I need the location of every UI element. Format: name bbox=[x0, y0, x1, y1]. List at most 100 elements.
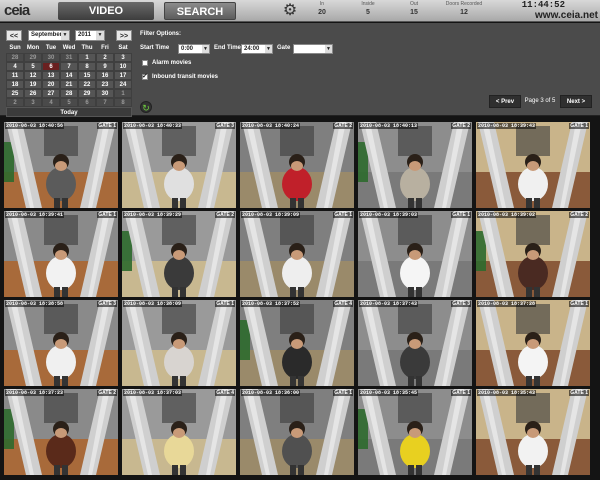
calendar-day[interactable]: 30 bbox=[42, 53, 60, 62]
calendar-day[interactable]: 19 bbox=[24, 80, 42, 89]
calendar-day[interactable]: 18 bbox=[6, 80, 24, 89]
prev-page-button[interactable]: < Prev bbox=[489, 95, 521, 108]
calendar-day[interactable]: 28 bbox=[6, 53, 24, 62]
calendar-day[interactable]: 6 bbox=[78, 98, 96, 107]
counter-doors-label: Doors Recorded bbox=[445, 1, 483, 7]
video-thumbnail[interactable]: 2010-08-03 18:37:28 GATE 1 bbox=[476, 300, 590, 386]
calendar-day[interactable]: 14 bbox=[60, 71, 78, 80]
thumbnail-timestamp: 2010-08-03 18:37:43 bbox=[359, 301, 419, 307]
video-thumbnail[interactable]: 2010-08-03 18:37:03 GATE 4 bbox=[122, 389, 236, 475]
video-thumbnail[interactable]: 2010-08-03 18:40:56 GATE 1 bbox=[4, 122, 118, 208]
end-time-select[interactable]: 24:00 ▼ bbox=[241, 44, 273, 54]
gear-icon[interactable]: ⚙ bbox=[280, 2, 300, 20]
video-tab-button[interactable]: VIDEO bbox=[58, 2, 154, 20]
video-thumbnail[interactable]: 2010-08-03 18:39:29 GATE 2 bbox=[122, 211, 236, 297]
website-link[interactable]: www.ceia.net bbox=[498, 10, 598, 22]
calendar-day[interactable]: 5 bbox=[60, 98, 78, 107]
video-thumbnail[interactable]: 2010-08-03 18:38:09 GATE 1 bbox=[122, 300, 236, 386]
calendar-day[interactable]: 4 bbox=[6, 62, 24, 71]
calendar-day[interactable]: 20 bbox=[42, 80, 60, 89]
camera-frame bbox=[122, 122, 236, 208]
thumbnail-gate-label: GATE 1 bbox=[569, 390, 589, 396]
video-thumbnail[interactable]: 2010-08-03 18:37:43 GATE 3 bbox=[358, 300, 472, 386]
video-thumbnail[interactable]: 2010-08-03 18:39:02 GATE 2 bbox=[476, 211, 590, 297]
calendar-day[interactable]: 29 bbox=[24, 53, 42, 62]
video-thumbnail[interactable]: 2010-08-03 18:35:45 GATE 1 bbox=[358, 389, 472, 475]
calendar-day[interactable]: 8 bbox=[114, 98, 132, 107]
calendar-day[interactable]: 16 bbox=[96, 71, 114, 80]
video-thumbnail[interactable]: 2010-08-03 18:35:43 GATE 1 bbox=[476, 389, 590, 475]
video-thumbnail[interactable]: 2010-08-03 18:38:58 GATE 3 bbox=[4, 300, 118, 386]
video-thumbnail[interactable]: 2010-08-03 18:37:23 GATE 2 bbox=[4, 389, 118, 475]
calendar-day[interactable]: 29 bbox=[78, 89, 96, 98]
calendar-week: 28 29 30 31 1 2 3 bbox=[6, 53, 132, 62]
calendar-day[interactable]: 5 bbox=[24, 62, 42, 71]
calendar-day[interactable]: 2 bbox=[6, 98, 24, 107]
year-select[interactable]: 2011 ▼ bbox=[75, 30, 105, 41]
gate-select[interactable]: ▼ bbox=[293, 44, 333, 54]
search-tab-button[interactable]: SEARCH bbox=[164, 2, 236, 20]
calendar-day[interactable]: 1 bbox=[114, 89, 132, 98]
video-thumbnail[interactable]: 2010-08-03 18:40:13 GATE 2 bbox=[358, 122, 472, 208]
camera-frame bbox=[358, 211, 472, 297]
filter-title: Filter Options: bbox=[140, 31, 181, 37]
thumbnail-timestamp: 2010-08-03 18:37:03 bbox=[123, 390, 183, 396]
calendar-day[interactable]: 17 bbox=[114, 71, 132, 80]
calendar-day[interactable]: 25 bbox=[6, 89, 24, 98]
alarm-movies-checkbox[interactable] bbox=[142, 60, 148, 66]
calendar-day[interactable]: 27 bbox=[42, 89, 60, 98]
calendar-day[interactable]: 31 bbox=[60, 53, 78, 62]
calendar-day[interactable]: 10 bbox=[114, 62, 132, 71]
calendar-day[interactable]: 26 bbox=[24, 89, 42, 98]
calendar-day[interactable]: 9 bbox=[96, 62, 114, 71]
calendar-day[interactable]: 11 bbox=[6, 71, 24, 80]
calendar-day[interactable]: 12 bbox=[24, 71, 42, 80]
video-thumbnail[interactable]: 2010-08-03 18:39:43 GATE 1 bbox=[476, 122, 590, 208]
video-thumbnail[interactable]: 2010-08-03 18:40:33 GATE 3 bbox=[122, 122, 236, 208]
counter-inside-label: Inside bbox=[361, 1, 375, 7]
video-thumbnail[interactable]: 2010-08-03 18:39:41 GATE 1 bbox=[4, 211, 118, 297]
calendar-day[interactable]: 13 bbox=[42, 71, 60, 80]
today-button[interactable]: Today bbox=[6, 107, 132, 117]
thumbnail-gate-label: GATE 1 bbox=[215, 301, 235, 307]
calendar-day[interactable]: 7 bbox=[96, 98, 114, 107]
thumbnail-gate-label: GATE 2 bbox=[451, 123, 471, 129]
video-thumbnail[interactable]: 2010-08-03 18:40:24 GATE 2 bbox=[240, 122, 354, 208]
inbound-transit-label: Inbound transit movies bbox=[152, 74, 219, 80]
calendar-week: 18 19 20 21 22 23 24 bbox=[6, 80, 132, 89]
thumbnail-gate-label: GATE 1 bbox=[451, 390, 471, 396]
calendar-day[interactable]: 2 bbox=[96, 53, 114, 62]
thumbnail-gate-label: GATE 1 bbox=[451, 212, 471, 218]
calendar-day[interactable]: 30 bbox=[96, 89, 114, 98]
video-thumbnail[interactable]: 2010-08-03 18:36:00 GATE 1 bbox=[240, 389, 354, 475]
calendar-day[interactable]: 23 bbox=[96, 80, 114, 89]
calendar-day[interactable]: 21 bbox=[60, 80, 78, 89]
start-time-select[interactable]: 0:00 ▼ bbox=[178, 44, 210, 54]
video-thumbnail[interactable]: 2010-08-03 18:37:52 GATE 4 bbox=[240, 300, 354, 386]
calendar-day[interactable]: 4 bbox=[42, 98, 60, 107]
calendar-day[interactable]: 22 bbox=[78, 80, 96, 89]
video-thumbnail-grid: 2010-08-03 18:40:56 GATE 1 2010-08-03 18:4… bbox=[4, 122, 598, 478]
calendar-day[interactable]: 15 bbox=[78, 71, 96, 80]
calendar-day[interactable]: 28 bbox=[60, 89, 78, 98]
video-thumbnail[interactable]: 2010-08-03 18:39:03 GATE 1 bbox=[358, 211, 472, 297]
refresh-icon[interactable]: ↻ bbox=[140, 101, 152, 113]
inbound-transit-checkbox[interactable] bbox=[142, 72, 148, 80]
counter-out-label: Out bbox=[409, 1, 419, 7]
calendar-day[interactable]: 7 bbox=[60, 62, 78, 71]
calendar-day[interactable]: 6 bbox=[42, 62, 60, 71]
calendar-day[interactable]: 8 bbox=[78, 62, 96, 71]
calendar-prev-button[interactable]: << bbox=[6, 30, 22, 41]
video-thumbnail[interactable]: 2010-08-03 18:39:09 GATE 1 bbox=[240, 211, 354, 297]
calendar-day[interactable]: 24 bbox=[114, 80, 132, 89]
thumbnail-timestamp: 2010-08-03 18:39:29 bbox=[123, 212, 183, 218]
calendar-day[interactable]: 3 bbox=[114, 53, 132, 62]
month-select[interactable]: September ▼ bbox=[28, 30, 70, 41]
camera-frame bbox=[240, 211, 354, 297]
calendar-week: 2345678 bbox=[6, 98, 132, 107]
calendar-day[interactable]: 3 bbox=[24, 98, 42, 107]
camera-frame bbox=[476, 300, 590, 386]
calendar-day[interactable]: 1 bbox=[78, 53, 96, 62]
calendar-next-button[interactable]: >> bbox=[116, 30, 132, 41]
next-page-button[interactable]: Next > bbox=[560, 95, 592, 108]
